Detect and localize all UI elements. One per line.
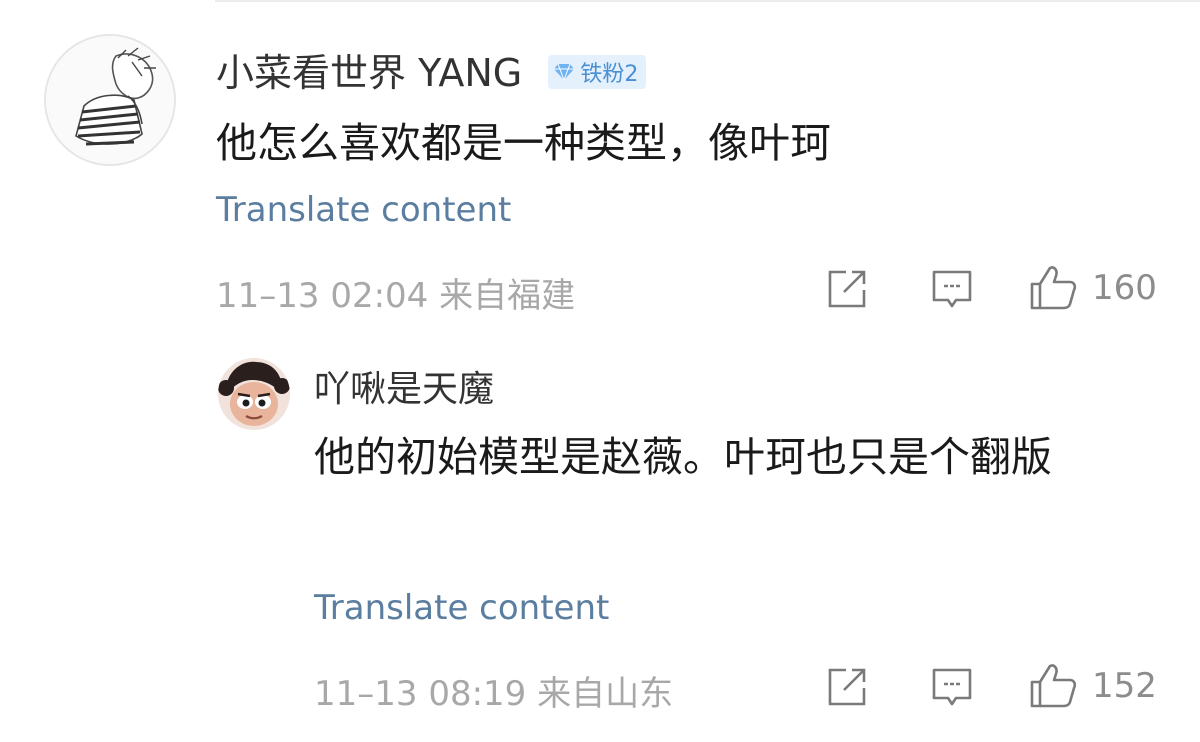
comment-text: 他的初始模型是赵薇。叶珂也只是个翻版 xyxy=(314,433,1052,481)
thumbs-up-icon xyxy=(1030,664,1077,708)
reply-button[interactable] xyxy=(930,268,974,312)
comment-date: 11–13 08:19 xyxy=(314,674,527,714)
top-divider xyxy=(215,0,1200,2)
diamond-icon xyxy=(554,63,575,81)
reply-button[interactable] xyxy=(930,666,974,710)
comment-date: 11–13 02:04 xyxy=(216,276,429,316)
comment-meta: 11–13 02:04 来自福建 xyxy=(216,268,575,317)
translate-link[interactable]: Translate content xyxy=(216,190,511,230)
share-button[interactable] xyxy=(826,268,868,310)
avatar-cartoon-image xyxy=(218,358,290,430)
fan-badge: 铁粉2 xyxy=(548,54,647,89)
like-count: 152 xyxy=(1092,666,1157,706)
badge-label: 铁粉2 xyxy=(580,61,639,87)
comment-location: 来自山东 xyxy=(537,674,674,714)
avatar[interactable] xyxy=(44,34,176,166)
username[interactable]: 吖啾是天魔 xyxy=(314,360,494,412)
share-icon xyxy=(828,668,866,706)
share-icon xyxy=(828,270,866,308)
like-button[interactable]: 152 xyxy=(1028,662,1157,710)
avatar[interactable] xyxy=(218,358,290,430)
avatar-sketch-image xyxy=(46,36,174,164)
like-count: 160 xyxy=(1092,268,1157,308)
translate-link[interactable]: Translate content xyxy=(314,588,609,628)
thumbs-up-icon xyxy=(1030,266,1077,310)
comment-icon xyxy=(932,270,972,308)
username-text: 小菜看世界 YANG xyxy=(216,51,523,95)
comment-icon xyxy=(932,668,972,706)
comment-location: 来自福建 xyxy=(439,276,576,316)
like-button[interactable]: 160 xyxy=(1028,264,1157,312)
username[interactable]: 小菜看世界 YANG 铁粉2 xyxy=(216,42,647,97)
share-button[interactable] xyxy=(826,666,868,708)
comment-meta: 11–13 08:19 来自山东 xyxy=(314,666,673,715)
comment-text: 他怎么喜欢都是一种类型，像叶珂 xyxy=(216,119,831,167)
